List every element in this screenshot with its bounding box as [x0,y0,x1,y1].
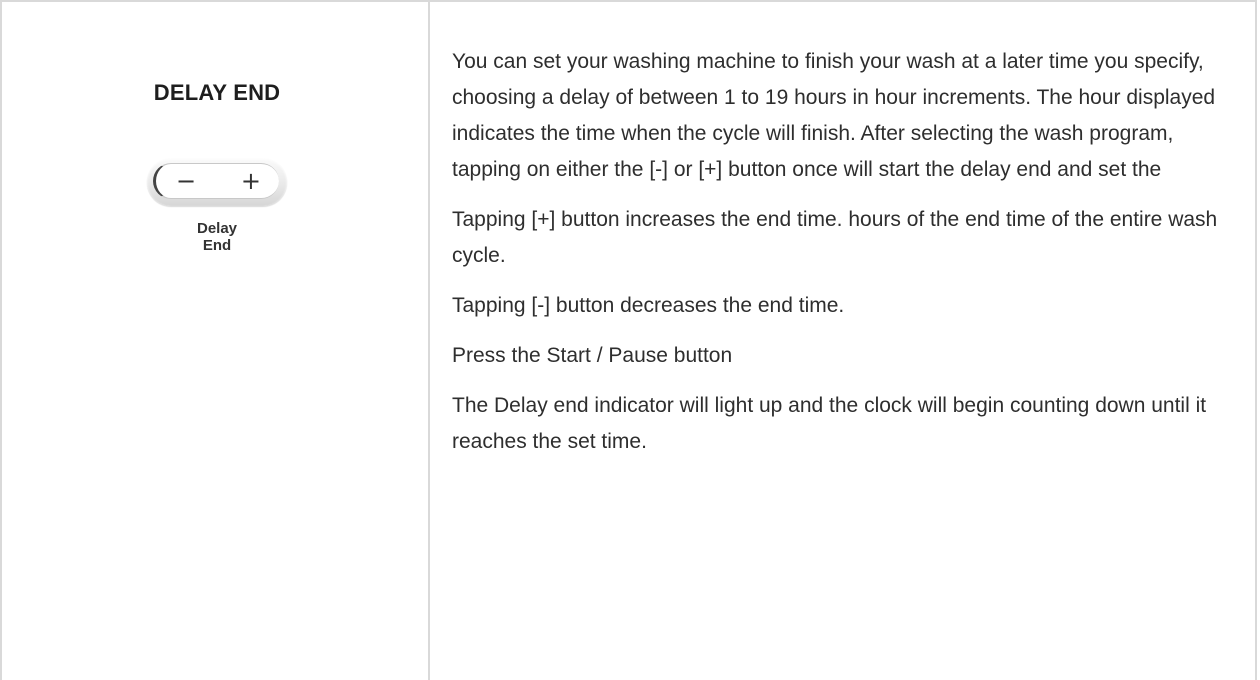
delay-end-rocker-button: − + [147,158,287,206]
delay-end-panel-illustration: DELAY END − + Delay End [112,72,322,272]
description-paragraph-increase: Tapping [+] button increases the end tim… [452,208,1218,267]
description-paragraph-intro: You can set your washing machine to fini… [452,50,1216,181]
plus-icon: + [240,167,261,195]
description-cell: You can set your washing machine to fini… [430,2,1255,680]
panel-heading: DELAY END [153,80,281,105]
description-paragraph-start: Press the Start / Pause button [452,344,733,367]
rocker-body: − + [147,158,287,206]
button-caption-line2: End [202,237,232,254]
button-caption-line1: Delay [196,220,238,237]
description-paragraph-indicator: The Delay end indicator will light up an… [452,394,1207,453]
rocker-face: − + [153,163,279,199]
description-paragraph-decrease: Tapping [-] button decreases the end tim… [452,294,845,317]
minus-icon: − [176,167,197,195]
image-cell: DELAY END − + Delay End [2,2,430,680]
button-caption: Delay End [112,220,322,254]
info-table: DELAY END − + Delay End You can set your… [0,0,1257,680]
